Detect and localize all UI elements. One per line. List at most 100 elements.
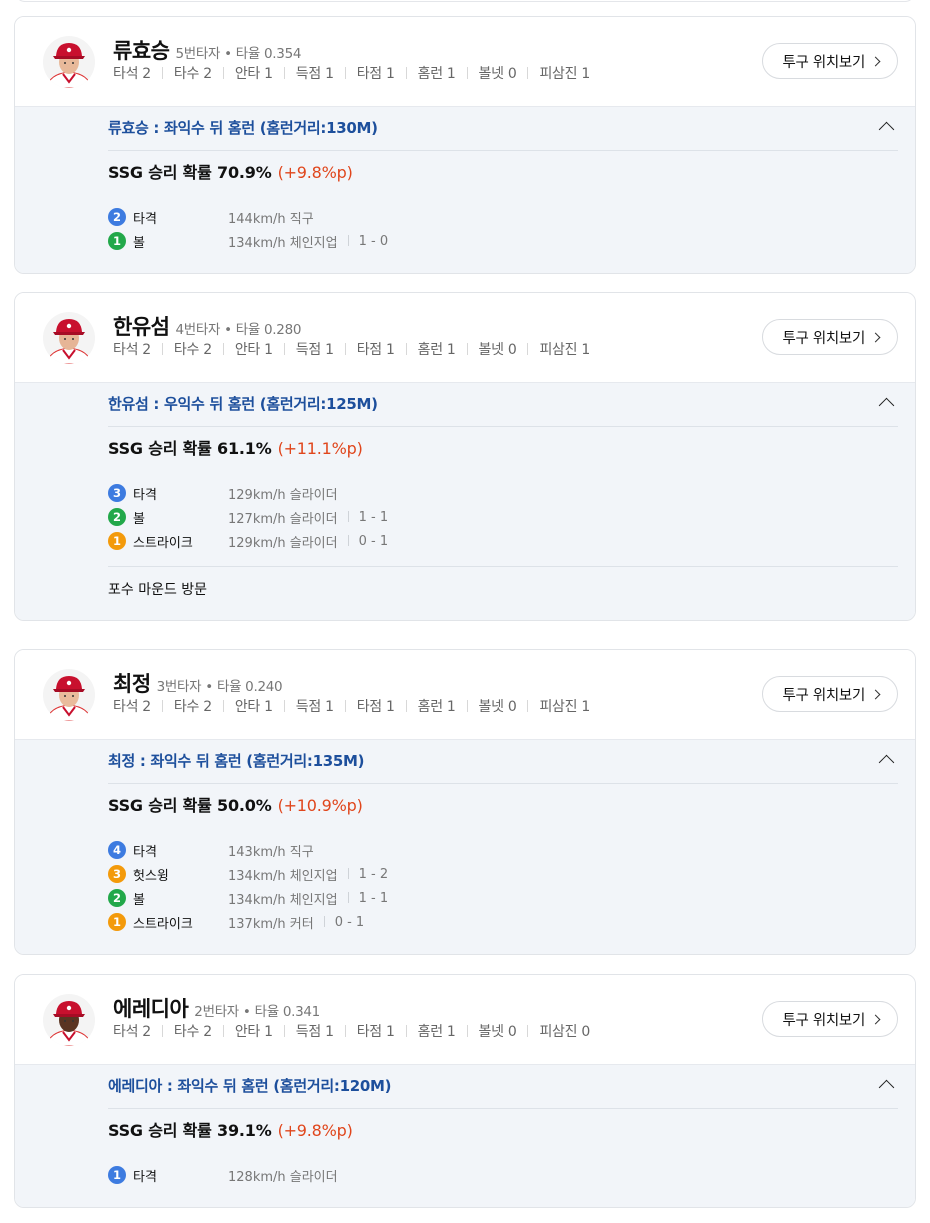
stat-item: 홈런 1 xyxy=(395,696,456,716)
pitch-result: 타격 xyxy=(133,1169,157,1185)
player-name: 한유섬 xyxy=(113,315,170,339)
batter-card: 한유섬 4번타자 • 타율 0.280 타석 2 타수 2 안타 1 득점 1 타점 1홈… xyxy=(14,292,916,621)
pitch-result: 볼 xyxy=(133,892,145,908)
pitch-number-badge: 1 xyxy=(108,1166,126,1184)
pitch-row: 2 볼 127km/h 슬라이더 1 - 1 xyxy=(108,505,898,529)
chevron-up-icon[interactable] xyxy=(878,754,895,771)
pitch-row: 1 타격 128km/h 슬라이더 xyxy=(108,1163,898,1187)
player-avatar xyxy=(43,669,95,721)
pitch-speed-type: 134km/h 체인지업 xyxy=(228,235,338,251)
view-pitch-location-button[interactable]: 투구 위치보기 xyxy=(762,1001,898,1037)
batter-header: 에레디아 2번타자 • 타율 0.341 타석 2 타수 2 안타 1 득점 1 타점 1… xyxy=(15,975,915,1064)
home-run-event-title: 류효승 : 좌익수 뒤 홈런 (홈런거리:130M) xyxy=(108,107,898,151)
win-probability-delta: (+9.8%p) xyxy=(277,163,353,182)
pitch-speed-type: 137km/h 커터 xyxy=(228,916,314,932)
chevron-right-icon xyxy=(870,56,881,67)
pitch-row: 1 볼 134km/h 체인지업 1 - 0 xyxy=(108,229,898,253)
batting-order: 4번타자 • 타율 0.280 xyxy=(175,322,302,338)
batter-card: 에레디아 2번타자 • 타율 0.341 타석 2 타수 2 안타 1 득점 1 타점 1… xyxy=(14,974,916,1208)
view-pitch-location-button[interactable]: 투구 위치보기 xyxy=(762,319,898,355)
pitch-result: 볼 xyxy=(133,235,145,251)
stat-item: 득점 1 xyxy=(273,696,334,716)
ball-strike-count: 1 - 2 xyxy=(338,867,389,882)
stat-item: 타점 1 xyxy=(334,339,395,359)
batter-header: 한유섬 4번타자 • 타율 0.280 타석 2 타수 2 안타 1 득점 1 타점 1홈… xyxy=(15,293,915,382)
pitch-number-badge: 3 xyxy=(108,484,126,502)
pitch-row: 2 볼 134km/h 체인지업 1 - 1 xyxy=(108,886,898,910)
batter-header: 류효승 5번타자 • 타율 0.354 타석 2 타수 2 안타 1 득점 1 타점 1홈… xyxy=(15,17,915,106)
stat-item: 홈런 1 xyxy=(395,1021,456,1041)
stat-item: 피삼진 0 xyxy=(516,1021,590,1041)
player-avatar xyxy=(43,312,95,364)
pitch-number-badge: 1 xyxy=(108,532,126,550)
batter-header: 최정 3번타자 • 타율 0.240 타석 2 타수 2 안타 1 득점 1 타점 1 홈런… xyxy=(15,650,915,739)
chevron-up-icon[interactable] xyxy=(878,1079,895,1096)
player-name-line: 에레디아 2번타자 • 타율 0.341 xyxy=(113,993,320,1023)
stat-item: 타석 2 xyxy=(113,342,151,358)
stat-item: 타점 1 xyxy=(334,696,395,716)
stat-item: 타석 2 xyxy=(113,699,151,715)
home-run-event-title: 에레디아 : 좌익수 뒤 홈런 (홈런거리:120M) xyxy=(108,1065,898,1109)
pitch-button-label: 투구 위치보기 xyxy=(782,54,865,71)
pitch-speed-type: 129km/h 슬라이더 xyxy=(228,487,338,503)
stat-item: 볼넷 0 xyxy=(456,63,517,83)
player-name: 류효승 xyxy=(113,39,170,63)
pitch-result: 타격 xyxy=(133,211,157,227)
pitch-sequence: 4 타격 143km/h 직구 3 헛스윙 134km/h 체인지업 1 - 2… xyxy=(108,838,898,934)
chevron-up-icon[interactable] xyxy=(878,121,895,138)
home-run-event-title: 한유섬 : 우익수 뒤 홈런 (홈런거리:125M) xyxy=(108,383,898,427)
player-name: 최정 xyxy=(113,672,151,696)
at-bat-detail: 한유섬 : 우익수 뒤 홈런 (홈런거리:125M) SSG 승리 확률 61.… xyxy=(15,382,915,620)
game-stats: 타석 2 타수 2 안타 1 득점 1 타점 1 홈런 1 볼넷 0 피삼진 1 xyxy=(113,63,590,83)
pitch-row: 2 타격 144km/h 직구 xyxy=(108,205,898,229)
stat-item: 타수 2 xyxy=(151,339,212,359)
win-probability: SSG 승리 확률 61.1% (+11.1%p) xyxy=(108,439,363,458)
stat-item: 득점 1 xyxy=(273,1021,334,1041)
win-probability: SSG 승리 확률 50.0% (+10.9%p) xyxy=(108,796,363,815)
player-avatar xyxy=(43,994,95,1046)
pitch-speed-type: 127km/h 슬라이더 xyxy=(228,511,338,527)
stat-item: 득점 1 xyxy=(273,63,334,83)
pitch-row: 3 헛스윙 134km/h 체인지업 1 - 2 xyxy=(108,862,898,886)
pitch-result: 타격 xyxy=(133,487,157,503)
pitch-sequence: 1 타격 128km/h 슬라이더 xyxy=(108,1163,898,1187)
ball-strike-count: 1 - 1 xyxy=(338,891,389,906)
stat-item: 타석 2 xyxy=(113,1024,151,1040)
chevron-up-icon[interactable] xyxy=(878,397,895,414)
chevron-right-icon xyxy=(870,1014,881,1025)
pitch-button-label: 투구 위치보기 xyxy=(782,330,865,347)
win-probability-delta: (+10.9%p) xyxy=(277,796,363,815)
home-run-event-title: 최정 : 좌익수 뒤 홈런 (홈런거리:135M) xyxy=(108,740,898,784)
view-pitch-location-button[interactable]: 투구 위치보기 xyxy=(762,43,898,79)
view-pitch-location-button[interactable]: 투구 위치보기 xyxy=(762,676,898,712)
at-bat-detail: 최정 : 좌익수 뒤 홈런 (홈런거리:135M) SSG 승리 확률 50.0… xyxy=(15,739,915,954)
pitch-speed-type: 134km/h 체인지업 xyxy=(228,892,338,908)
batting-average: 타율 0.341 xyxy=(254,1004,321,1020)
stat-item: 타수 2 xyxy=(151,63,212,83)
pitch-row: 1 스트라이크 129km/h 슬라이더 0 - 1 xyxy=(108,529,898,553)
pitch-result: 볼 xyxy=(133,511,145,527)
stat-item: 피삼진 1 xyxy=(516,696,590,716)
stat-item: 홈런 1 xyxy=(395,63,456,83)
pitch-speed-type: 143km/h 직구 xyxy=(228,844,314,860)
pitch-speed-type: 128km/h 슬라이더 xyxy=(228,1169,338,1185)
pitch-number-badge: 1 xyxy=(108,913,126,931)
stat-item: 타점 1 xyxy=(334,1021,395,1041)
chevron-right-icon xyxy=(870,689,881,700)
batting-average: 타율 0.240 xyxy=(216,679,283,695)
pitch-row: 3 타격 129km/h 슬라이더 xyxy=(108,481,898,505)
game-stats: 타석 2 타수 2 안타 1 득점 1 타점 1 홈런 1 볼넷 0 피삼진 1 xyxy=(113,339,590,359)
ball-strike-count: 0 - 1 xyxy=(338,534,389,549)
stat-item: 볼넷 0 xyxy=(456,696,517,716)
pitch-result: 헛스윙 xyxy=(133,868,169,884)
pitch-result: 스트라이크 xyxy=(133,535,193,551)
stat-item: 타점 1 xyxy=(334,63,395,83)
batter-card: 최정 3번타자 • 타율 0.240 타석 2 타수 2 안타 1 득점 1 타점 1 홈런… xyxy=(14,649,916,955)
stat-item: 안타 1 xyxy=(212,339,273,359)
stat-item: 볼넷 0 xyxy=(456,1021,517,1041)
pitch-number-badge: 2 xyxy=(108,508,126,526)
pitch-number-badge: 2 xyxy=(108,889,126,907)
pitch-speed-type: 134km/h 체인지업 xyxy=(228,868,338,884)
stat-item: 피삼진 1 xyxy=(516,339,590,359)
batting-order: 3번타자 • 타율 0.240 xyxy=(156,679,283,695)
